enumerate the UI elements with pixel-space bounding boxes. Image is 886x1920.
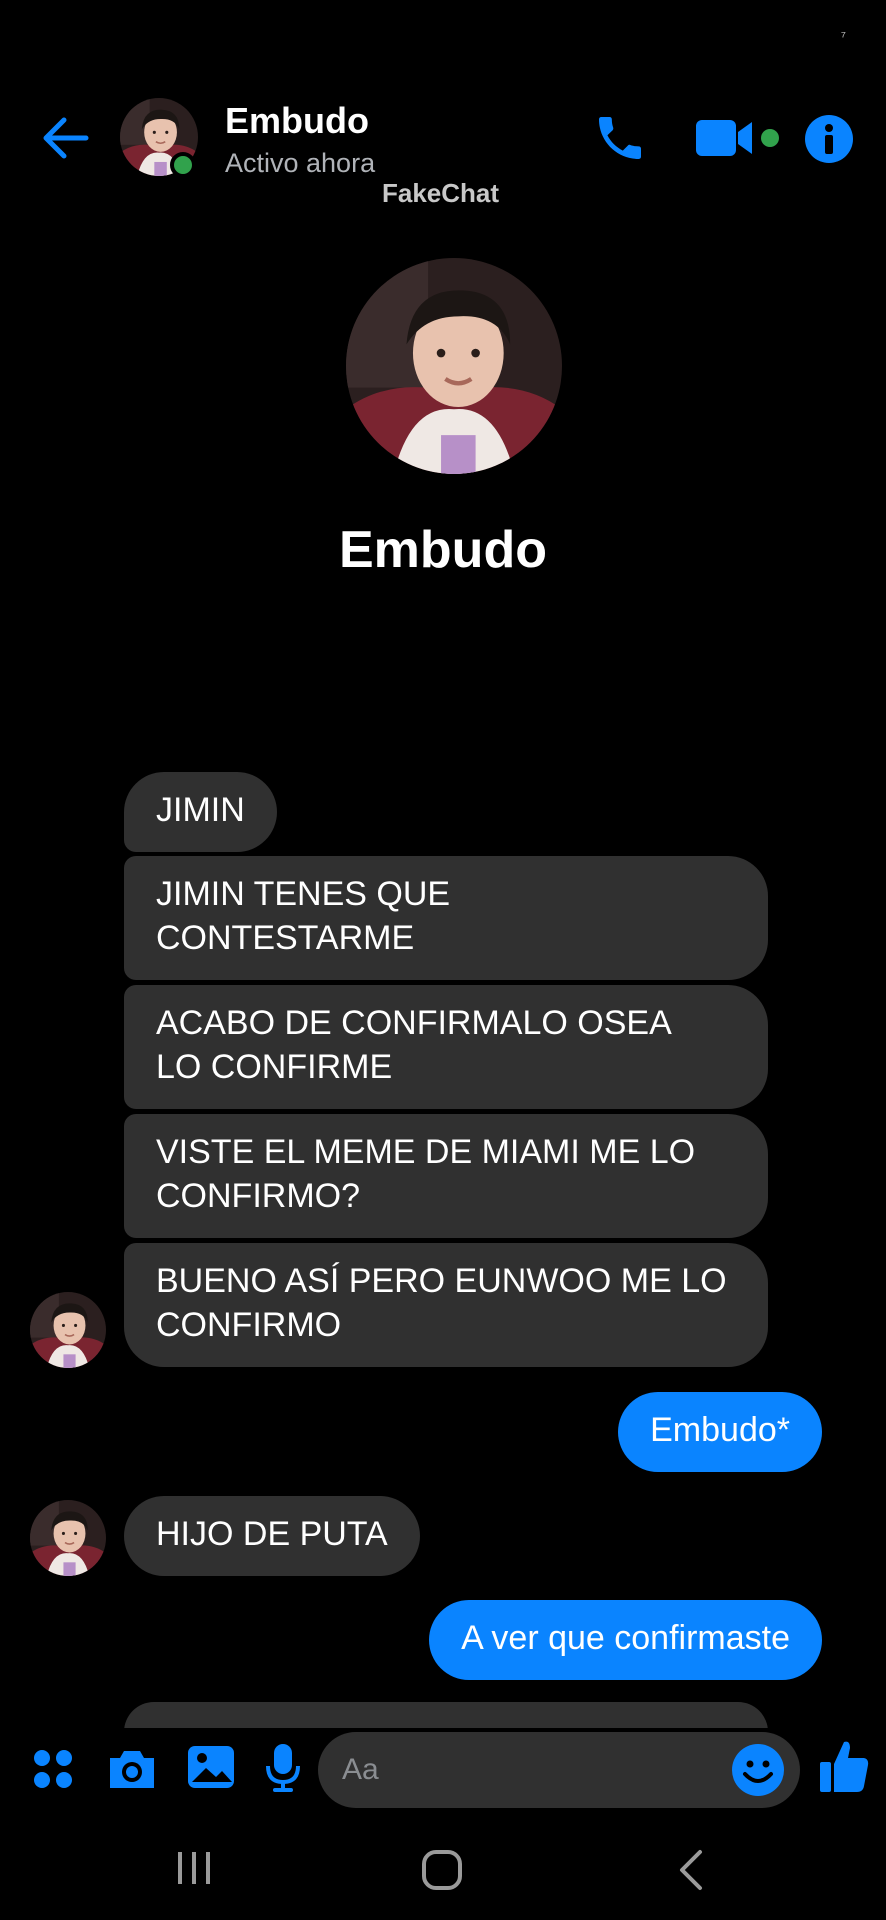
video-call-button[interactable] bbox=[694, 108, 786, 168]
chat-header: Embudo Activo ahora bbox=[0, 90, 886, 186]
nav-back-icon bbox=[680, 1850, 702, 1890]
message-line: CONFIRMO? bbox=[156, 1177, 360, 1215]
sent-message-bubble[interactable]: Embudo* bbox=[618, 1392, 822, 1472]
message-bubble[interactable]: HIJO DE PUTA bbox=[124, 1496, 420, 1576]
profile-avatar[interactable] bbox=[346, 258, 562, 474]
message-line: JIMIN TENES QUE bbox=[156, 875, 451, 913]
message-line: CONFIRMO bbox=[156, 1306, 342, 1344]
video-camera-icon bbox=[696, 120, 779, 156]
sent-message-bubble[interactable]: A ver que confirmaste bbox=[429, 1600, 822, 1680]
message-composer bbox=[0, 1728, 886, 1808]
message-line: CONTESTARME bbox=[156, 919, 415, 957]
like-button[interactable] bbox=[818, 1738, 870, 1799]
online-indicator bbox=[170, 152, 196, 178]
emoji-button[interactable] bbox=[730, 1742, 786, 1798]
back-arrow-icon bbox=[43, 117, 89, 159]
watermark: FakeChat bbox=[382, 178, 500, 208]
message-bubble[interactable]: JIMIN TENES QUE CONTESTARME bbox=[124, 856, 768, 980]
message-line: LO CONFIRME bbox=[156, 1048, 393, 1086]
message-input[interactable] bbox=[342, 1732, 722, 1808]
microphone-button[interactable] bbox=[262, 1742, 304, 1799]
microphone-icon bbox=[266, 1744, 300, 1792]
recents-icon bbox=[178, 1852, 210, 1884]
message-bubble[interactable]: BUENO ASÍ PERO EUNWOO ME LO CONFIRMO bbox=[124, 1243, 768, 1367]
camera-icon bbox=[110, 1751, 154, 1788]
message-input-container bbox=[318, 1732, 800, 1808]
gallery-icon bbox=[188, 1746, 234, 1788]
emoji-icon bbox=[732, 1744, 784, 1796]
contact-status: Activo ahora bbox=[225, 148, 376, 178]
info-button[interactable] bbox=[804, 114, 854, 164]
menu-dots-icon bbox=[34, 1750, 72, 1788]
phone-icon bbox=[599, 117, 641, 159]
camera-button[interactable] bbox=[106, 1746, 158, 1797]
message-line: BUENO ASÍ PERO EUNWOO ME LO bbox=[156, 1262, 727, 1300]
message-bubble[interactable]: JIMIN bbox=[124, 772, 277, 852]
home-icon bbox=[422, 1850, 462, 1890]
message-bubble[interactable]: VISTE EL MEME DE MIAMI ME LO CONFIRMO? bbox=[124, 1114, 768, 1238]
system-nav-bar bbox=[0, 1830, 886, 1920]
recents-button[interactable] bbox=[174, 1848, 214, 1893]
message-line: ACABO DE CONFIRMALO OSEA bbox=[156, 1004, 672, 1042]
message-bubble[interactable]: ACABO DE CONFIRMALO OSEA LO CONFIRME bbox=[124, 985, 768, 1109]
gallery-button[interactable] bbox=[186, 1742, 236, 1797]
contact-name[interactable]: Embudo bbox=[225, 100, 369, 142]
home-button[interactable] bbox=[420, 1848, 464, 1897]
menu-button[interactable] bbox=[32, 1748, 74, 1795]
status-indicator: ⁷ bbox=[840, 28, 846, 44]
voice-call-button[interactable] bbox=[592, 108, 648, 168]
sender-avatar[interactable] bbox=[30, 1500, 106, 1576]
nav-back-button[interactable] bbox=[672, 1848, 712, 1897]
info-icon bbox=[805, 115, 853, 163]
back-button[interactable] bbox=[38, 110, 94, 166]
message-line: VISTE EL MEME DE MIAMI ME LO bbox=[156, 1133, 696, 1171]
sender-avatar[interactable] bbox=[30, 1292, 106, 1368]
thumbs-up-icon bbox=[820, 1741, 869, 1792]
profile-name: Embudo bbox=[339, 521, 547, 579]
